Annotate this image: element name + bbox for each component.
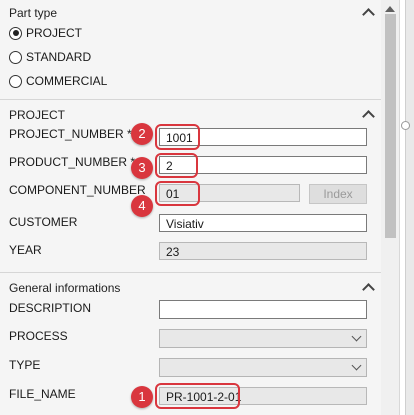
component-number-label: COMPONENT_NUMBER	[9, 183, 146, 197]
radio-project-circle[interactable]	[9, 26, 22, 40]
year-label: YEAR	[9, 243, 42, 257]
collapse-part-type-chevron-icon[interactable]	[362, 8, 375, 21]
highlight-component-number	[155, 181, 200, 206]
section-divider	[0, 99, 381, 100]
step-marker-2: 2	[131, 123, 153, 145]
section-divider	[0, 272, 381, 273]
project-section-title: PROJECT	[9, 108, 66, 122]
step-marker-3: 3	[131, 157, 153, 179]
part-type-title: Part type	[9, 6, 58, 20]
radio-commercial-label: COMMERCIAL	[26, 74, 108, 88]
process-dropdown[interactable]	[159, 329, 367, 348]
type-dropdown[interactable]	[159, 358, 367, 377]
project-number-label: PROJECT_NUMBER *	[9, 127, 132, 141]
description-label: DESCRIPTION	[9, 301, 92, 315]
radio-commercial[interactable]: COMMERCIAL	[9, 73, 107, 89]
product-number-label: PRODUCT_NUMBER *	[9, 155, 136, 169]
radio-commercial-circle[interactable]	[9, 74, 22, 88]
highlight-file-name	[155, 383, 240, 409]
customer-label: CUSTOMER	[9, 215, 78, 229]
year-field: 23	[159, 242, 367, 260]
radio-standard-label: STANDARD	[26, 50, 92, 64]
radio-project[interactable]: PROJECT	[9, 25, 82, 41]
chevron-down-icon	[351, 360, 362, 371]
scrollbar-thumb[interactable]	[385, 14, 396, 238]
step-marker-4: 4	[131, 195, 153, 217]
chevron-down-icon	[351, 331, 362, 342]
customer-field[interactable]: Visiativ	[159, 214, 367, 232]
radio-project-label: PROJECT	[26, 26, 83, 40]
highlight-project-number	[155, 124, 200, 150]
type-label: TYPE	[9, 358, 41, 372]
general-section-title: General informations	[9, 281, 121, 295]
scroll-up-arrow-icon[interactable]	[385, 6, 395, 12]
radio-standard-circle[interactable]	[9, 50, 22, 64]
step-marker-1: 1	[131, 386, 153, 408]
radio-standard[interactable]: STANDARD	[9, 49, 91, 65]
description-field[interactable]	[159, 300, 367, 319]
file-name-label: FILE_NAME	[9, 387, 76, 401]
properties-panel: Part type PROJECT STANDARD COMMERCIAL PR…	[0, 0, 381, 415]
splitter-grip-icon[interactable]	[401, 121, 410, 130]
process-label: PROCESS	[9, 329, 68, 343]
collapse-project-chevron-icon[interactable]	[362, 110, 375, 123]
highlight-product-number	[155, 153, 198, 178]
adjacent-pane-bar	[405, 0, 414, 415]
collapse-general-chevron-icon[interactable]	[362, 283, 375, 296]
index-button[interactable]: Index	[309, 184, 367, 204]
